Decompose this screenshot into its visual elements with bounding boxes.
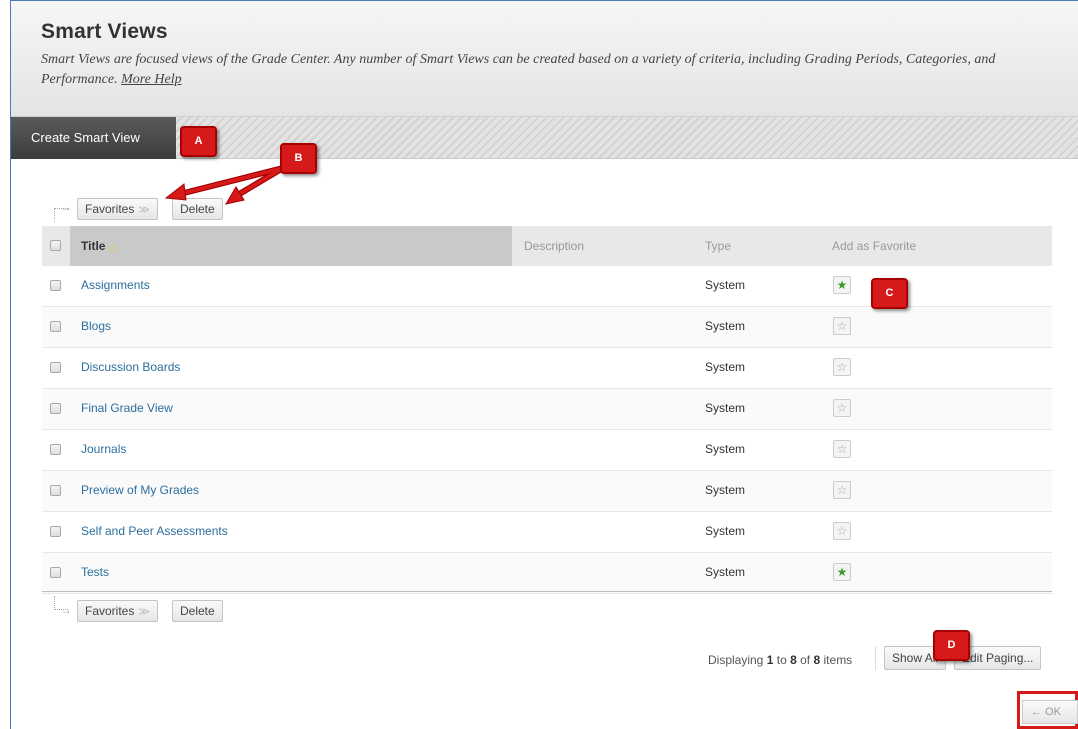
column-description-header: Description bbox=[524, 239, 585, 253]
page-description: Smart Views are focused views of the Gra… bbox=[41, 50, 1071, 90]
row-type: System bbox=[705, 524, 746, 538]
row-title-link[interactable]: Self and Peer Assessments bbox=[81, 512, 228, 550]
table-row: Tests System ★ bbox=[42, 553, 1052, 594]
table-row: Blogs System ☆ bbox=[42, 307, 1052, 348]
column-title-label: Title bbox=[81, 239, 106, 253]
ok-button[interactable]: ← OK bbox=[1022, 700, 1078, 724]
favorites-label: Favorites bbox=[85, 202, 135, 216]
favorite-star-icon[interactable]: ☆ bbox=[833, 317, 851, 335]
favorites-dropdown-top[interactable]: Favorites ≫ bbox=[77, 198, 158, 220]
bottom-bar-arrow-icon: → bbox=[60, 603, 72, 617]
row-title-link[interactable]: Tests bbox=[81, 553, 109, 591]
page-description-text: Smart Views are focused views of the Gra… bbox=[41, 52, 996, 87]
row-type: System bbox=[705, 278, 746, 292]
select-all-checkbox[interactable] bbox=[50, 240, 61, 251]
page-title: Smart Views bbox=[41, 20, 168, 43]
favorite-star-icon[interactable]: ☆ bbox=[833, 399, 851, 417]
callout-a: A bbox=[180, 126, 217, 157]
table-row: Journals System ☆ bbox=[42, 430, 1052, 471]
table-bottom-border bbox=[42, 591, 1052, 592]
row-type: System bbox=[705, 319, 746, 333]
callout-b: B bbox=[280, 143, 317, 174]
row-type: System bbox=[705, 483, 746, 497]
create-smart-view-button[interactable]: Create Smart View bbox=[11, 117, 176, 159]
row-checkbox[interactable] bbox=[50, 362, 61, 373]
table-row: Self and Peer Assessments System ☆ bbox=[42, 512, 1052, 553]
favorite-star-icon[interactable]: ☆ bbox=[833, 481, 851, 499]
table-row: Preview of My Grades System ☆ bbox=[42, 471, 1052, 512]
action-bar: Create Smart View bbox=[11, 117, 1078, 159]
delete-button-bottom[interactable]: Delete bbox=[172, 600, 223, 622]
favorite-star-icon[interactable]: ☆ bbox=[833, 440, 851, 458]
row-type: System bbox=[705, 565, 746, 579]
sort-ascending-icon: △ bbox=[108, 241, 117, 253]
favorites-label: Favorites bbox=[85, 604, 135, 618]
paging-status: Displaying 1 to 8 of 8 items bbox=[708, 653, 853, 667]
column-favorite-header: Add as Favorite bbox=[832, 239, 917, 253]
paging-divider bbox=[875, 646, 876, 670]
row-title-link[interactable]: Discussion Boards bbox=[81, 348, 180, 386]
row-type: System bbox=[705, 442, 746, 456]
favorite-star-icon[interactable]: ★ bbox=[833, 276, 851, 294]
table-row: Final Grade View System ☆ bbox=[42, 389, 1052, 430]
row-type: System bbox=[705, 401, 746, 415]
table-row: Discussion Boards System ☆ bbox=[42, 348, 1052, 389]
callout-d: D bbox=[933, 630, 970, 661]
row-title-link[interactable]: Preview of My Grades bbox=[81, 471, 199, 509]
row-checkbox[interactable] bbox=[50, 526, 61, 537]
more-help-link[interactable]: More Help bbox=[121, 72, 182, 87]
favorite-star-icon[interactable]: ☆ bbox=[833, 522, 851, 540]
table-body: Assignments System ★ Blogs System ☆ Disc… bbox=[42, 266, 1052, 594]
chevron-down-icon: ≫ bbox=[138, 204, 150, 216]
row-type: System bbox=[705, 360, 746, 374]
page-header: Smart Views Smart Views are focused view… bbox=[11, 1, 1078, 117]
row-checkbox[interactable] bbox=[50, 485, 61, 496]
column-title-header[interactable]: Title △ bbox=[70, 226, 512, 266]
column-type-header: Type bbox=[705, 239, 732, 253]
row-title-link[interactable]: Blogs bbox=[81, 307, 111, 345]
favorite-star-icon[interactable]: ★ bbox=[833, 563, 851, 581]
favorite-star-icon[interactable]: ☆ bbox=[833, 358, 851, 376]
row-checkbox[interactable] bbox=[50, 444, 61, 455]
callout-c: C bbox=[871, 278, 908, 309]
row-title-link[interactable]: Final Grade View bbox=[81, 389, 173, 427]
row-title-link[interactable]: Journals bbox=[81, 430, 126, 468]
row-title-link[interactable]: Assignments bbox=[81, 266, 150, 304]
row-checkbox[interactable] bbox=[50, 280, 61, 291]
row-checkbox[interactable] bbox=[50, 321, 61, 332]
table-header: Title △ Description Type Add as Favorite bbox=[42, 226, 1052, 266]
row-checkbox[interactable] bbox=[50, 403, 61, 414]
row-checkbox[interactable] bbox=[50, 567, 61, 578]
delete-button-top[interactable]: Delete bbox=[172, 198, 223, 220]
top-bar-arrow-icon: → bbox=[60, 200, 72, 214]
favorites-dropdown-bottom[interactable]: Favorites ≫ bbox=[77, 600, 158, 622]
chevron-down-icon: ≫ bbox=[138, 606, 150, 618]
